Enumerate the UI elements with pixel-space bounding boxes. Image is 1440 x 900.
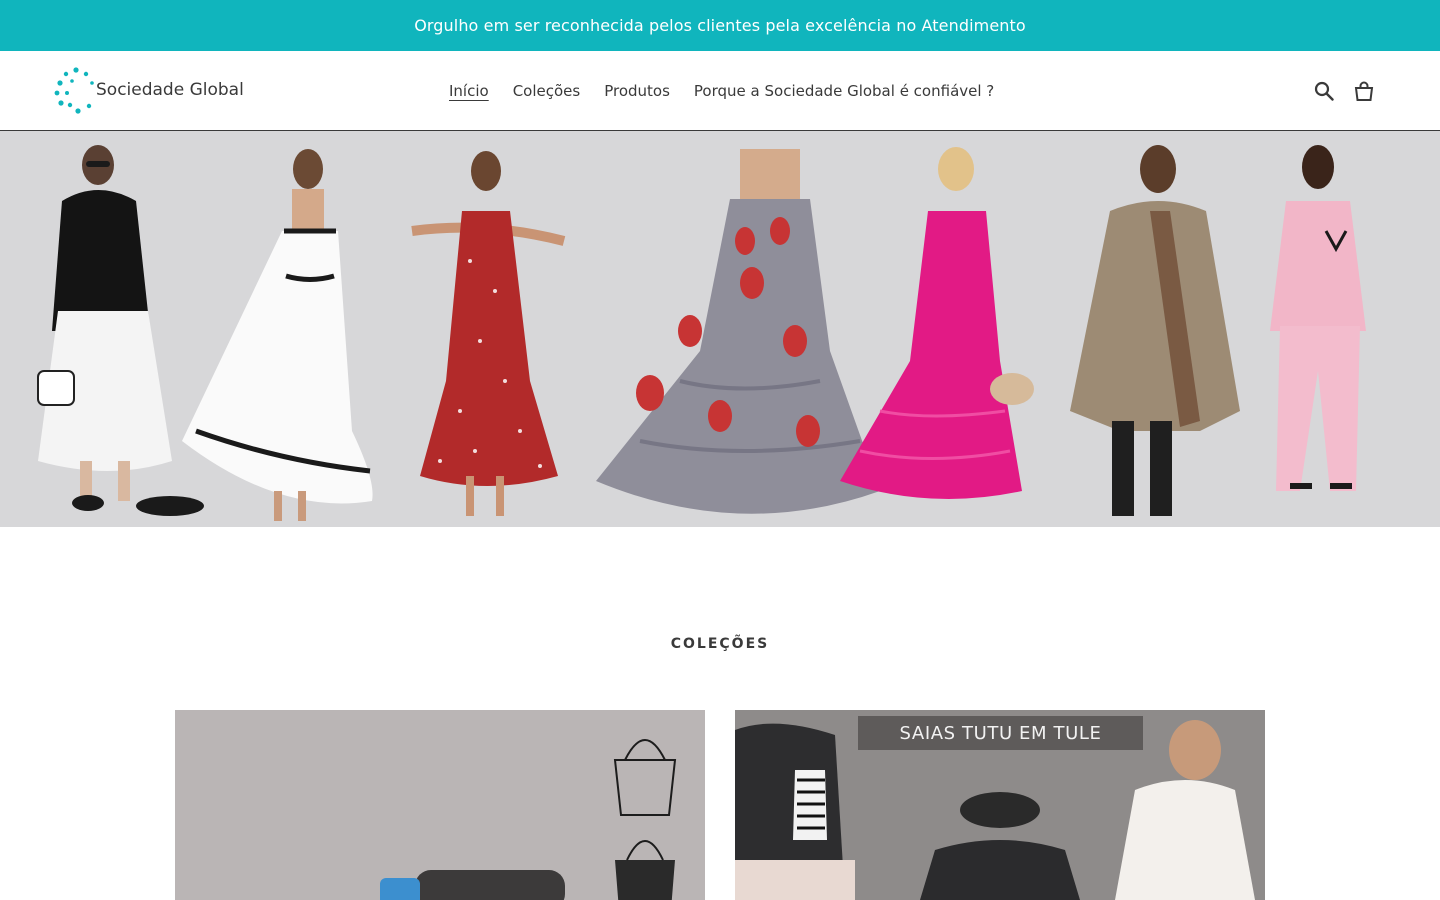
main-nav: Início Coleções Produtos Porque a Socied… bbox=[449, 51, 1018, 130]
model-7-figure bbox=[1270, 145, 1366, 491]
model-3-figure bbox=[411, 151, 566, 516]
announcement-text: Orgulho em ser reconhecida pelos cliente… bbox=[414, 16, 1026, 35]
model-2-figure bbox=[182, 149, 373, 521]
nav-item-colecoes[interactable]: Coleções bbox=[513, 82, 581, 100]
nav-item-produtos[interactable]: Produtos bbox=[604, 82, 670, 100]
model-5-figure bbox=[840, 147, 1034, 499]
nav-item-confiavel[interactable]: Porque a Sociedade Global é confiável ? bbox=[694, 82, 994, 100]
nav-item-inicio[interactable]: Início bbox=[449, 82, 489, 100]
logo-dots-icon bbox=[54, 67, 94, 114]
site-header: Sociedade Global Início Coleções Produto… bbox=[0, 51, 1440, 131]
collection-card-bags[interactable] bbox=[175, 710, 705, 900]
announcement-bar: Orgulho em ser reconhecida pelos cliente… bbox=[0, 0, 1440, 51]
hero-banner[interactable] bbox=[0, 131, 1440, 527]
skirts-banner-text: SAIAS TUTU EM TULE bbox=[899, 722, 1102, 744]
collections-title: COLEÇÕES bbox=[670, 636, 770, 652]
site-logo[interactable]: Sociedade Global bbox=[52, 65, 244, 115]
cart-button[interactable] bbox=[1352, 79, 1376, 103]
search-button[interactable] bbox=[1312, 79, 1336, 103]
model-6-figure bbox=[1070, 145, 1240, 516]
model-1-figure bbox=[37, 145, 204, 516]
fashion-models-image bbox=[37, 145, 1366, 521]
bags-collection-image bbox=[175, 710, 705, 900]
model-4-figure bbox=[596, 149, 880, 514]
cart-icon bbox=[1354, 81, 1374, 101]
search-icon bbox=[1314, 81, 1334, 101]
logo-text: Sociedade Global bbox=[96, 80, 244, 100]
skirts-banner: SAIAS TUTU EM TULE bbox=[858, 716, 1143, 750]
collection-card-skirts[interactable]: SAIAS TUTU EM TULE bbox=[735, 710, 1265, 900]
